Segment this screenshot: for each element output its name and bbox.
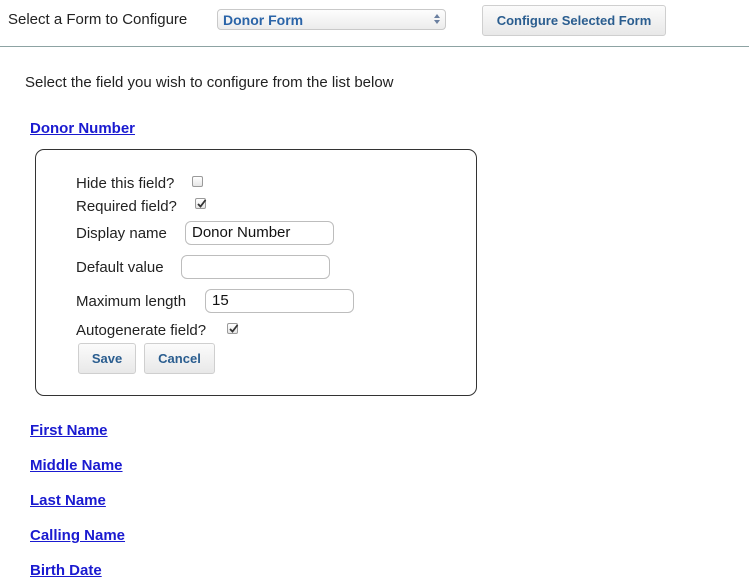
display-name-label: Display name (76, 225, 167, 242)
checkmark-icon (229, 324, 239, 333)
field-link-last-name[interactable]: Last Name (30, 492, 106, 509)
selected-form-value: Donor Form (223, 12, 304, 28)
field-link-calling-name[interactable]: Calling Name (30, 527, 125, 544)
header-divider (0, 46, 749, 47)
required-field-checkbox[interactable] (195, 198, 207, 209)
instructions-text: Select the field you wish to configure f… (25, 74, 394, 91)
required-field-label: Required field? (76, 198, 177, 215)
field-link-birth-date[interactable]: Birth Date (30, 562, 102, 579)
save-button[interactable]: Save (78, 343, 136, 374)
field-link-first-name[interactable]: First Name (30, 422, 108, 439)
hide-field-label: Hide this field? (76, 175, 175, 192)
select-arrows-icon (434, 14, 440, 24)
field-link-middle-name[interactable]: Middle Name (30, 457, 123, 474)
field-link-donor-number[interactable]: Donor Number (30, 120, 135, 137)
maximum-length-input[interactable]: 15 (205, 289, 354, 313)
field-config-panel: Hide this field? Required field? Display… (35, 149, 477, 396)
maximum-length-label: Maximum length (76, 293, 187, 310)
display-name-input[interactable]: Donor Number (185, 221, 334, 245)
default-value-label: Default value (76, 259, 164, 276)
cancel-button[interactable]: Cancel (144, 343, 215, 374)
form-select-dropdown[interactable]: Donor Form (217, 9, 446, 30)
autogenerate-field-checkbox[interactable] (227, 323, 239, 334)
configure-selected-form-button[interactable]: Configure Selected Form (482, 5, 666, 36)
autogenerate-field-label: Autogenerate field? (76, 322, 207, 339)
checkmark-icon (197, 199, 207, 208)
default-value-input[interactable] (181, 255, 330, 279)
hide-field-checkbox[interactable] (192, 176, 203, 187)
select-form-label: Select a Form to Configure (8, 11, 188, 28)
